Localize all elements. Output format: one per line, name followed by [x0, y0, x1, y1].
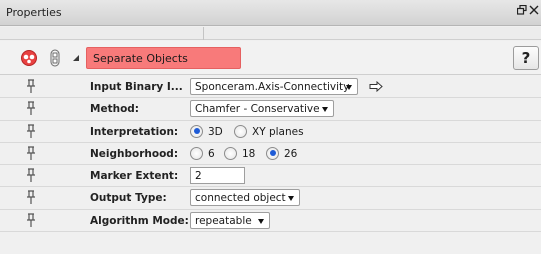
panel-title: Properties	[6, 6, 62, 19]
chevron-down-icon	[322, 107, 328, 113]
close-icon[interactable]	[529, 5, 539, 15]
input-value: Sponceram.Axis-Connectivity	[195, 81, 350, 93]
radio-label-18: 18	[242, 147, 256, 160]
algorithm-mode-select[interactable]: repeatable	[190, 211, 270, 229]
param-label: Neighborhood:	[90, 147, 179, 160]
input-select[interactable]: Sponceram.Axis-Connectivity	[190, 78, 358, 95]
param-label: Output Type:	[90, 192, 167, 205]
method-select[interactable]: Chamfer - Conservative	[190, 100, 334, 118]
connect-arrow-icon[interactable]	[369, 80, 383, 93]
pin-icon[interactable]	[26, 190, 36, 205]
pin-icon[interactable]	[26, 213, 36, 228]
module-name-field[interactable]: Separate Objects	[86, 47, 241, 69]
param-row-output-type: Output Type: connected object	[0, 187, 541, 210]
method-value: Chamfer - Conservative	[195, 103, 320, 116]
module-header: Separate Objects ?	[0, 41, 541, 75]
radio-3d[interactable]	[190, 124, 203, 138]
chevron-down-icon	[288, 196, 294, 202]
param-label: Method:	[90, 103, 139, 116]
param-row-neighborhood: Neighborhood: 6 18 26	[0, 143, 541, 166]
param-label: Algorithm Mode:	[90, 214, 189, 227]
param-row-marker-extent: Marker Extent:	[0, 165, 541, 188]
radio-label-6: 6	[208, 147, 215, 160]
radio-6[interactable]	[190, 146, 203, 160]
marker-extent-field[interactable]	[190, 167, 245, 185]
module-icon[interactable]	[20, 49, 38, 67]
chevron-down-icon	[258, 218, 264, 224]
panel-titlebar: Properties	[0, 0, 541, 26]
visibility-icon[interactable]	[50, 49, 60, 67]
parameter-list: Input Binary I... Sponceram.Axis-Connect…	[0, 76, 541, 233]
radio-label-26: 26	[284, 147, 298, 160]
algorithm-mode-value: repeatable	[195, 214, 252, 227]
pin-icon[interactable]	[26, 123, 36, 139]
collapse-triangle-icon[interactable]	[72, 53, 80, 63]
radio-xy-planes[interactable]	[234, 124, 247, 138]
radio-26[interactable]	[266, 146, 279, 160]
radio-label-xy-planes: XY planes	[252, 125, 304, 138]
column-header-bar	[0, 27, 541, 40]
marker-extent-input[interactable]	[191, 168, 244, 184]
param-row-method: Method: Chamfer - Conservative	[0, 98, 541, 121]
pin-icon[interactable]	[26, 146, 36, 161]
help-button[interactable]: ?	[513, 46, 539, 70]
param-row-algorithm-mode: Algorithm Mode: repeatable	[0, 210, 541, 233]
pin-icon[interactable]	[26, 101, 36, 116]
radio-18[interactable]	[224, 146, 237, 160]
param-row-interpretation: Interpretation: 3D XY planes	[0, 121, 541, 143]
module-name: Separate Objects	[93, 52, 188, 65]
param-label: Interpretation:	[90, 125, 179, 138]
float-icon[interactable]	[516, 4, 527, 15]
param-label: Input Binary I...	[90, 81, 183, 93]
output-type-value: connected object	[195, 192, 286, 205]
output-type-select[interactable]: connected object	[190, 189, 300, 207]
param-row-input: Input Binary I... Sponceram.Axis-Connect…	[0, 76, 541, 99]
chevron-down-icon	[346, 85, 352, 90]
pin-icon[interactable]	[26, 168, 36, 183]
radio-label-3d: 3D	[208, 125, 223, 138]
pin-icon[interactable]	[26, 79, 36, 94]
param-label: Marker Extent:	[90, 170, 179, 183]
column-divider[interactable]	[203, 27, 204, 40]
